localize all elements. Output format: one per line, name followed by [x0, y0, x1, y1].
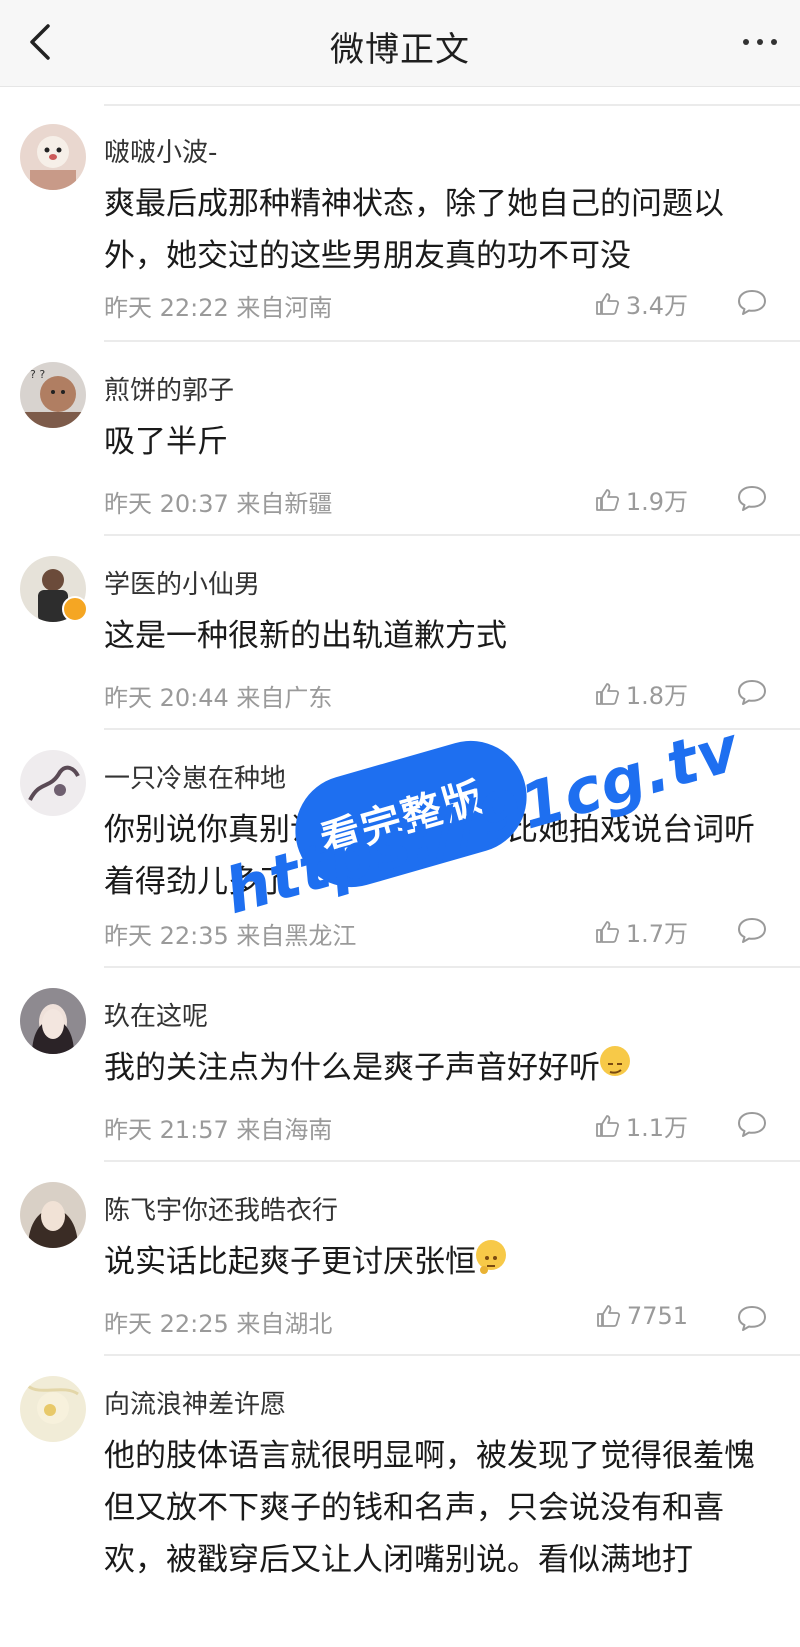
like-button[interactable]: 1.7万: [594, 914, 688, 949]
comment-bubble-icon: [738, 290, 766, 315]
thumbs-up-icon: [595, 292, 619, 315]
username[interactable]: 向流浪神差许愿: [104, 1384, 286, 1421]
more-horizontal-icon: [743, 39, 777, 45]
divider: [104, 104, 800, 106]
divider: [104, 728, 800, 730]
like-count: 1.8万: [625, 682, 688, 710]
svg-text:? ?: ? ?: [30, 368, 45, 381]
comment-meta: 昨天 22:22 来自河南: [104, 294, 333, 322]
reply-button[interactable]: [736, 484, 768, 512]
smirk-emoji-icon: [600, 1046, 630, 1076]
like-button[interactable]: 1.9万: [594, 482, 688, 517]
username[interactable]: 煎饼的郭子: [104, 370, 234, 407]
verified-badge-icon: [62, 596, 88, 622]
like-button[interactable]: 3.4万: [594, 286, 688, 321]
username[interactable]: 玖在这呢: [104, 996, 208, 1033]
avatar[interactable]: [20, 750, 86, 816]
thumbs-up-icon: [595, 682, 619, 705]
comment-meta: 昨天 22:35 来自黑龙江: [104, 922, 357, 950]
divider: [104, 1354, 800, 1356]
comment-text: 吸了半斤: [104, 424, 228, 460]
thumbs-up-icon: [597, 1305, 620, 1327]
like-count: 3.4万: [625, 292, 688, 320]
username[interactable]: 陈飞宇你还我皓衣行: [104, 1190, 338, 1227]
divider: [104, 534, 800, 536]
avatar-image: [20, 988, 86, 1054]
avatar[interactable]: [20, 1182, 86, 1248]
like-button[interactable]: 1.8万: [594, 676, 688, 711]
avatar-image: ? ?: [20, 362, 86, 428]
navigation-bar: 微博正文: [0, 0, 800, 87]
weibo-post-screen: 微博正文 啵啵小波- 爽最后成那种精神状态，除了她自己的问题以外，她交过的这些男…: [0, 0, 800, 1647]
comment-bubble-icon: [738, 918, 766, 943]
comment-bubble-icon: [738, 1112, 766, 1137]
reply-button[interactable]: [736, 916, 768, 944]
comment-meta: 昨天 22:25 来自湖北: [104, 1310, 333, 1338]
comment-meta: 昨天 20:37 来自新疆: [104, 490, 333, 518]
avatar-image: [20, 1376, 86, 1442]
like-count: 1.9万: [625, 488, 688, 516]
comment-text: 他的肢体语言就很明显啊，被发现了觉得很羞愧但又放不下爽子的钱和名声，只会说没有和…: [104, 1438, 755, 1578]
comment-bubble-icon: [738, 680, 766, 705]
username[interactable]: 啵啵小波-: [104, 132, 217, 169]
comment-text-body: 我的关注点为什么是爽子声音好好听: [104, 1050, 600, 1086]
comment-text: 这是一种很新的出轨道歉方式: [104, 618, 507, 654]
avatar-image: [20, 124, 86, 190]
comment-bubble-icon: [738, 486, 766, 511]
avatar-image: [20, 750, 86, 816]
comment-text: 你别说你真别说，那段话说的比她拍戏说台词听着得劲儿多了: [104, 812, 755, 900]
thinking-emoji-icon: [476, 1240, 506, 1274]
comment-text: 说实话比起爽子更讨厌张恒: [104, 1236, 774, 1288]
avatar[interactable]: [20, 988, 86, 1054]
like-count: 1.1万: [625, 1114, 688, 1142]
comment-text: 爽最后成那种精神状态，除了她自己的问题以外，她交过的这些男朋友真的功不可没: [104, 186, 724, 274]
avatar[interactable]: ? ?: [20, 362, 86, 428]
username[interactable]: 一只冷崽在种地: [104, 758, 286, 795]
comment-text: 我的关注点为什么是爽子声音好好听: [104, 1042, 774, 1094]
more-button[interactable]: [736, 22, 784, 62]
comment-meta: 昨天 21:57 来自海南: [104, 1116, 333, 1144]
page-title: 微博正文: [330, 30, 470, 70]
comment-bubble-icon: [738, 1306, 766, 1331]
like-button[interactable]: 1.1万: [594, 1108, 688, 1143]
reply-button[interactable]: [736, 288, 768, 316]
divider: [104, 1160, 800, 1162]
comment-text-body: 说实话比起爽子更讨厌张恒: [104, 1244, 476, 1280]
avatar[interactable]: [20, 1376, 86, 1442]
like-button[interactable]: 7751: [595, 1302, 688, 1330]
username[interactable]: 学医的小仙男: [104, 564, 260, 601]
reply-button[interactable]: [736, 1110, 768, 1138]
like-count: 1.7万: [625, 920, 688, 948]
divider: [104, 340, 800, 342]
reply-button[interactable]: [736, 1304, 768, 1332]
thumbs-up-icon: [595, 1114, 619, 1137]
avatar[interactable]: [20, 124, 86, 190]
reply-button[interactable]: [736, 678, 768, 706]
comment-meta: 昨天 20:44 来自广东: [104, 684, 333, 712]
avatar-image: [20, 1182, 86, 1248]
like-count: 7751: [626, 1302, 688, 1330]
divider: [104, 966, 800, 968]
thumbs-up-icon: [595, 488, 619, 511]
thumbs-up-icon: [595, 920, 619, 943]
